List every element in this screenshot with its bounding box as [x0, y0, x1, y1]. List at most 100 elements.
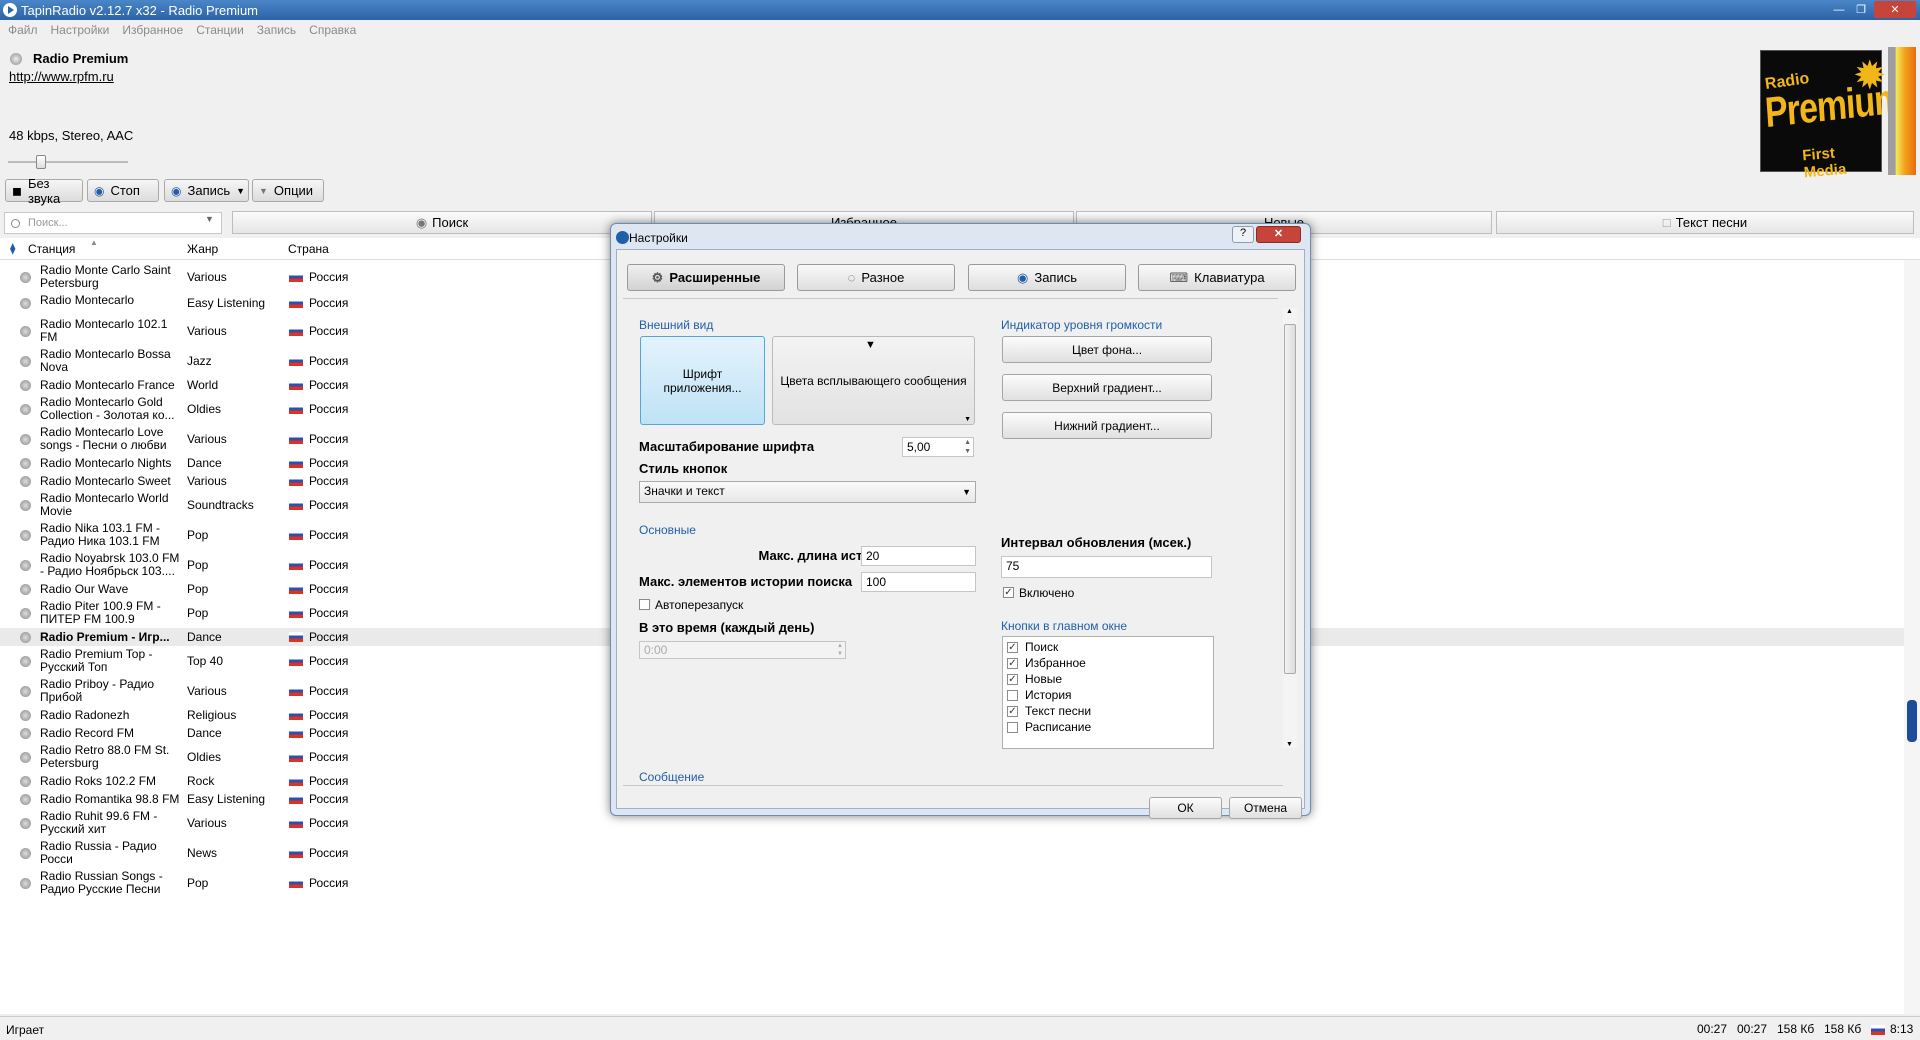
- tab-search[interactable]: ◉ Поиск: [232, 211, 652, 234]
- button-style-select[interactable]: Значки и текст ▼: [639, 481, 976, 503]
- tab-lyrics[interactable]: □ Текст песни: [1496, 211, 1914, 234]
- station-row-icon: [20, 404, 31, 415]
- column-header-station[interactable]: Станция: [28, 242, 75, 256]
- row-country: Россия: [309, 876, 349, 890]
- row-country: Россия: [309, 846, 349, 860]
- russia-flag-icon: [289, 326, 303, 336]
- table-row[interactable]: Radio Russian Songs - Радио Русские Песн…: [0, 868, 1904, 898]
- menu-settings[interactable]: Настройки: [51, 23, 110, 37]
- volume-slider-track[interactable]: [8, 161, 128, 163]
- search-history-input[interactable]: 100: [861, 572, 976, 592]
- station-row-icon: [20, 794, 31, 805]
- font-scale-spinner[interactable]: 5,00 ▲ ▼: [902, 437, 974, 457]
- scroll-down-icon[interactable]: ▼: [1286, 741, 1293, 748]
- russia-flag-icon: [289, 476, 303, 486]
- menu-favorites[interactable]: Избранное: [122, 23, 183, 37]
- russia-flag-icon: [289, 794, 303, 804]
- list-scrollbar-thumb[interactable]: [1907, 700, 1917, 742]
- cancel-button[interactable]: Отмена: [1229, 797, 1302, 819]
- ok-button-label: ОК: [1177, 801, 1194, 815]
- main-button-checkbox[interactable]: ✓: [1007, 642, 1018, 653]
- autorestart-label: Автоперезапуск: [655, 598, 744, 612]
- station-row-icon: [20, 298, 31, 309]
- row-country: Россия: [309, 708, 349, 722]
- main-button-checkbox[interactable]: [1007, 722, 1018, 733]
- search-dropdown-icon[interactable]: ▼: [205, 214, 214, 224]
- station-url-link[interactable]: http://www.rpfm.ru: [9, 69, 114, 84]
- status-time-2: 00:27: [1737, 1022, 1768, 1036]
- station-row-icon: [20, 326, 31, 337]
- menu-file[interactable]: Файл: [8, 23, 38, 37]
- main-button-option-label: Поиск: [1025, 640, 1059, 654]
- update-interval-label: Интервал обновления (мсек.): [1001, 535, 1192, 550]
- history-length-input[interactable]: 20: [861, 546, 976, 566]
- column-header-genre[interactable]: Жанр: [187, 242, 218, 256]
- tab-record[interactable]: ◉ Запись: [968, 264, 1126, 291]
- dialog-help-button[interactable]: ?: [1232, 226, 1254, 243]
- row-genre: Dance: [187, 630, 222, 644]
- chevron-down-icon: ▼: [865, 339, 876, 351]
- status-size-2: 158 Кб: [1824, 1022, 1862, 1036]
- menu-stations[interactable]: Станции: [196, 23, 244, 37]
- table-row[interactable]: Radio Russia - Радио Росси News Россия: [0, 838, 1904, 868]
- row-genre: Top 40: [187, 654, 224, 668]
- font-scale-label: Масштабирование шрифта: [639, 439, 815, 454]
- popup-colors-button[interactable]: ▼ Цвета всплывающего сообщения ▼: [772, 336, 975, 425]
- russia-flag-icon: [289, 584, 303, 594]
- menu-help[interactable]: Справка: [309, 23, 356, 37]
- tab-keyboard[interactable]: ⌨ Клавиатура: [1138, 264, 1296, 291]
- button-style-value: Значки и текст: [644, 484, 725, 498]
- update-interval-input[interactable]: 75: [1001, 556, 1212, 578]
- font-button[interactable]: Шрифт приложения...: [640, 336, 765, 425]
- volume-slider-thumb[interactable]: [36, 155, 46, 169]
- dialog-close-button[interactable]: ✕: [1256, 226, 1301, 243]
- dialog-scrollbar[interactable]: ▲ ▼: [1283, 308, 1297, 748]
- daily-time-input[interactable]: 0:00 ▲ ▼: [639, 641, 846, 659]
- search-input[interactable]: Поиск...: [4, 212, 222, 234]
- row-station-name: Radio Montecarlo Nights: [40, 456, 172, 470]
- stop-button-label: Стоп: [110, 183, 140, 198]
- options-button[interactable]: ▼ Опции: [252, 179, 324, 202]
- main-button-checkbox[interactable]: ✓: [1007, 658, 1018, 669]
- font-button-label: Шрифт приложения...: [663, 366, 742, 395]
- spinner-arrows-icon[interactable]: ▲ ▼: [964, 438, 971, 456]
- mute-button[interactable]: ◼ Без звука: [5, 176, 83, 206]
- dialog-content: ⚙ Расширенные ◌ Разное ◉ Запись ⌨ Клавиа…: [616, 249, 1305, 819]
- main-button-checkbox[interactable]: [1007, 690, 1018, 701]
- tab-misc-label: Разное: [861, 270, 905, 285]
- enabled-checkbox[interactable]: ✓: [1003, 587, 1014, 598]
- app-icon: [3, 3, 17, 17]
- stop-button[interactable]: ◉ Стоп: [87, 179, 159, 202]
- ok-button[interactable]: ОК: [1149, 797, 1222, 819]
- list-scrollbar[interactable]: [1904, 260, 1920, 1014]
- autorestart-checkbox[interactable]: [639, 599, 650, 610]
- row-station-name: Radio Montecarlo World Movie: [40, 491, 169, 518]
- bottom-gradient-button[interactable]: Нижний градиент...: [1002, 412, 1212, 439]
- main-button-checkbox[interactable]: ✓: [1007, 674, 1018, 685]
- dialog-scrollbar-thumb[interactable]: [1284, 324, 1296, 674]
- menu-record[interactable]: Запись: [257, 23, 296, 37]
- row-genre: Various: [187, 432, 227, 446]
- spinner-arrows-icon[interactable]: ▲ ▼: [837, 642, 843, 658]
- title-bar: TapinRadio v2.12.7 x32 - Radio Premium —…: [0, 0, 1920, 20]
- station-row-icon: [20, 434, 31, 445]
- main-buttons-list[interactable]: ✓ Поиск ✓ Избранное ✓ Новые История ✓ Текст песн…: [1002, 636, 1214, 749]
- scroll-up-icon[interactable]: ▲: [1286, 308, 1293, 315]
- russia-flag-icon: [289, 776, 303, 786]
- minimize-button[interactable]: —: [1828, 1, 1850, 18]
- russia-flag-icon: [289, 710, 303, 720]
- record-button[interactable]: ◉ Запись ▼: [164, 179, 249, 202]
- main-button-checkbox[interactable]: ✓: [1007, 706, 1018, 717]
- row-station-name: Radio Montecarlo: [40, 293, 135, 307]
- column-header-country[interactable]: Страна: [288, 242, 329, 256]
- row-country: Россия: [309, 558, 349, 572]
- row-country: Россия: [309, 606, 349, 620]
- close-button[interactable]: ✕: [1874, 1, 1916, 18]
- record-dropdown-icon[interactable]: ▼: [236, 186, 245, 196]
- tab-misc[interactable]: ◌ Разное: [797, 264, 955, 291]
- russia-flag-icon: [289, 752, 303, 762]
- maximize-button[interactable]: ❐: [1850, 1, 1872, 18]
- bg-color-button[interactable]: Цвет фона...: [1002, 336, 1212, 363]
- tab-advanced[interactable]: ⚙ Расширенные: [627, 264, 785, 291]
- top-gradient-button[interactable]: Верхний градиент...: [1002, 374, 1212, 401]
